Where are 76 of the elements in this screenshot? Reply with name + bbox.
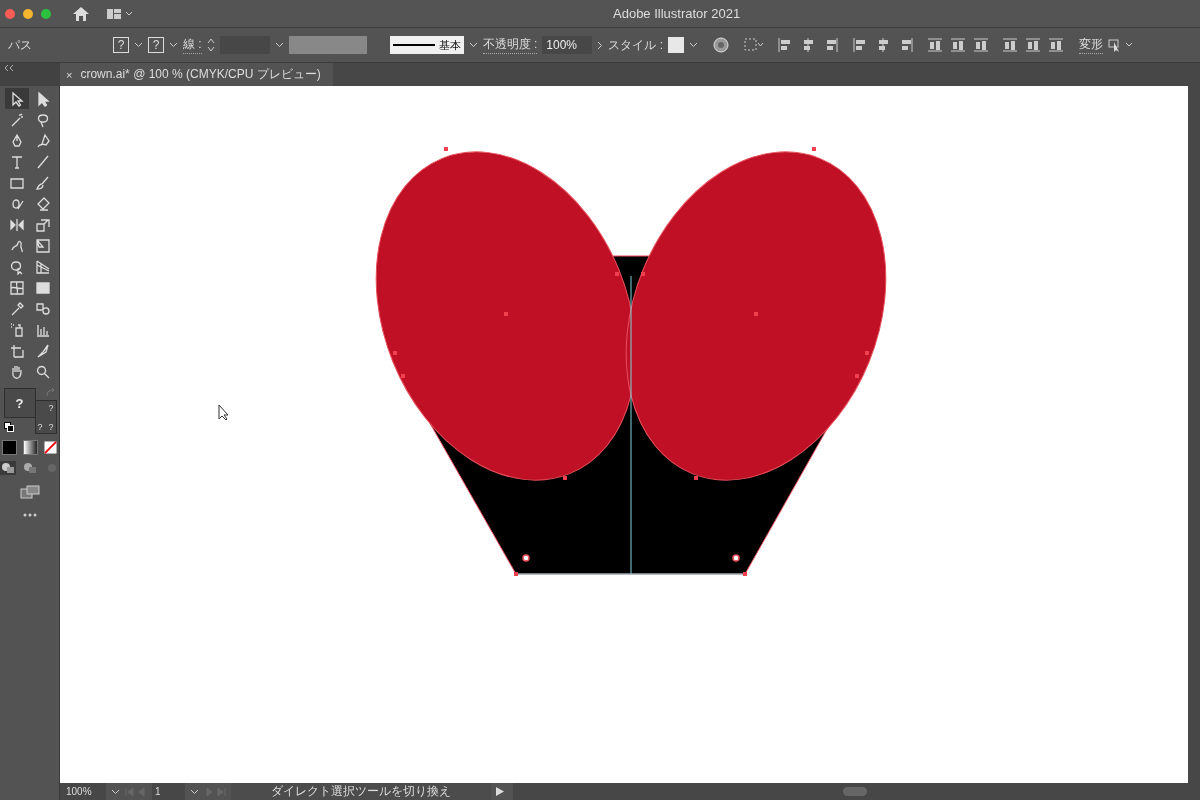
align-icon[interactable] <box>950 37 966 53</box>
draw-behind-icon[interactable] <box>21 461 38 475</box>
status-message: ダイレクト選択ツールを切り換え <box>231 783 491 800</box>
isolate-cursor-icon[interactable] <box>1108 37 1134 53</box>
opacity-field[interactable]: 100% <box>542 36 593 54</box>
gradient-icon <box>34 279 51 296</box>
align-to-selection-icon[interactable] <box>744 38 764 52</box>
pointer-cursor-icon <box>218 404 229 421</box>
selection-tool-button[interactable] <box>4 88 29 109</box>
mesh-icon <box>8 279 25 296</box>
caret-icon[interactable] <box>274 42 284 48</box>
artboard-icon <box>8 342 25 359</box>
align-icon[interactable] <box>973 37 989 53</box>
recolor-wheel-icon[interactable] <box>713 37 729 53</box>
graphic-style-swatch[interactable] <box>668 37 684 53</box>
corner-widget[interactable] <box>732 554 740 562</box>
unknown-mark: ? <box>37 422 43 432</box>
close-tab-button[interactable]: × <box>66 68 73 81</box>
fill-color-button[interactable]: ? <box>113 37 129 53</box>
style-label: スタイル : <box>608 36 663 54</box>
align-icon[interactable] <box>1025 37 1041 53</box>
unknown-mark: ? <box>48 403 54 413</box>
brush-icon <box>34 174 51 191</box>
draw-normal-icon[interactable] <box>0 461 16 475</box>
sprayer-icon <box>8 321 25 338</box>
vertical-scrollbar[interactable] <box>1188 86 1200 800</box>
scale-icon <box>34 216 51 233</box>
play-icon[interactable] <box>496 787 504 796</box>
default-colors-icon[interactable] <box>3 422 14 432</box>
horizontal-scrollbar[interactable] <box>513 783 1188 800</box>
caret-icon[interactable] <box>169 42 178 48</box>
zoom-level-field[interactable]: 100% <box>60 783 106 800</box>
none-mode-button[interactable] <box>44 441 57 454</box>
caret-icon[interactable] <box>190 788 199 795</box>
brush-definition-dropdown[interactable]: 基本 <box>389 36 464 54</box>
opacity-label: 不透明度 : <box>482 36 538 54</box>
chevron-right-icon[interactable] <box>597 40 604 50</box>
align-icon[interactable] <box>852 37 868 53</box>
workspace-layout-icon[interactable] <box>107 7 133 20</box>
stroke-swatch[interactable]: ? ? ? <box>34 400 57 434</box>
corner-widget[interactable] <box>522 554 530 562</box>
color-mode-button[interactable] <box>2 440 17 455</box>
variable-width-field[interactable] <box>288 36 367 54</box>
reflect-icon <box>8 216 25 233</box>
blend-icon <box>34 300 51 317</box>
stroke-color-button[interactable]: ? <box>148 37 164 53</box>
align-icon[interactable] <box>1002 37 1018 53</box>
perspective-grid-icon <box>34 258 51 275</box>
transform-icon <box>34 237 51 254</box>
caret-icon[interactable] <box>689 42 698 48</box>
caret-icon[interactable] <box>134 42 143 48</box>
collapse-panel-icon[interactable] <box>4 65 14 71</box>
search-icon <box>34 363 51 380</box>
fill-swatch[interactable]: ? <box>3 388 36 418</box>
minimize-window-button[interactable] <box>23 8 33 19</box>
document-tab-title[interactable]: crown.ai* @ 100 % (CMYK/CPU プレビュー) <box>80 66 321 83</box>
more-tools-icon[interactable] <box>22 513 37 517</box>
transform-label[interactable]: 変形 <box>1079 36 1103 54</box>
gradient-mode-button[interactable] <box>23 440 38 455</box>
selection-type-label: パス <box>8 36 33 54</box>
screen-mode-icon[interactable] <box>19 485 40 499</box>
stroke-label: 線 : <box>183 36 202 54</box>
home-icon[interactable] <box>73 6 89 21</box>
stepper-icon[interactable] <box>206 37 215 53</box>
caret-icon[interactable] <box>468 42 478 48</box>
align-icon[interactable] <box>927 37 943 53</box>
artboard-number-field[interactable]: 1 <box>152 783 185 800</box>
caret-icon[interactable] <box>111 788 120 795</box>
zoom-window-button[interactable] <box>41 8 51 19</box>
align-icon[interactable] <box>1048 37 1064 53</box>
unknown-mark: ? <box>48 422 54 432</box>
align-icon[interactable] <box>777 37 793 53</box>
close-window-button[interactable] <box>5 8 15 19</box>
shape-builder-icon <box>8 258 25 275</box>
window-title: Adobe Illustrator 2021 <box>613 6 741 21</box>
document-tab[interactable]: × crown.ai* @ 100 % (CMYK/CPU プレビュー) <box>60 63 333 86</box>
